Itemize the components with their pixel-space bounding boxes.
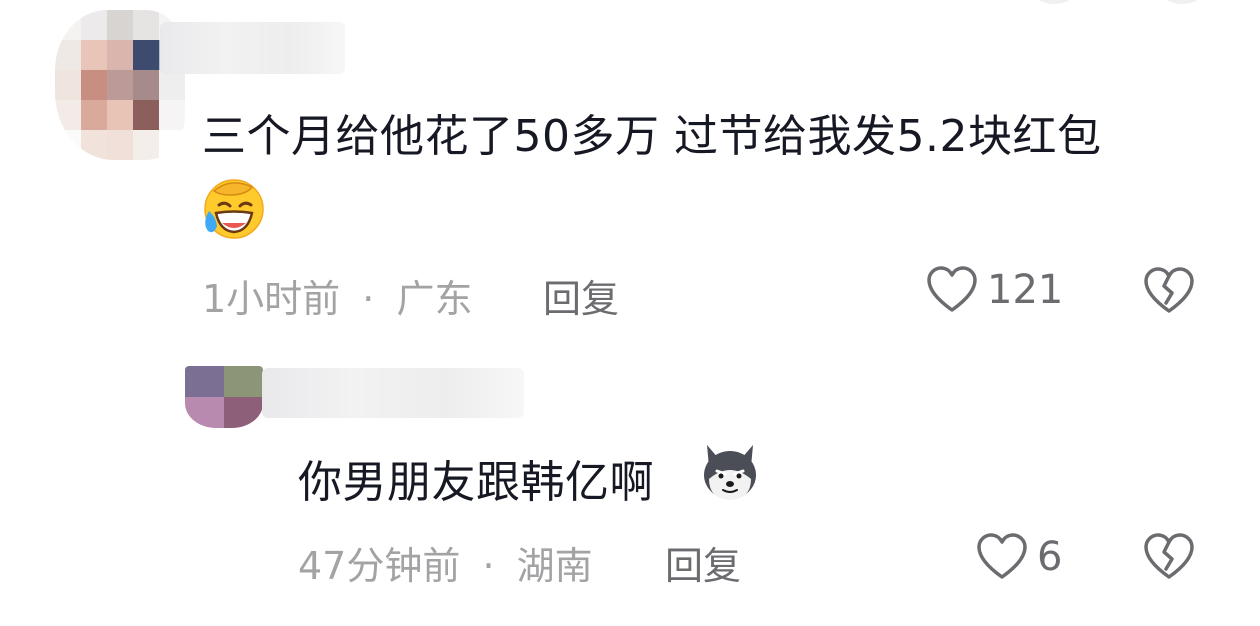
comment-text: 你男朋友跟韩亿啊: [298, 457, 654, 508]
username-blurred[interactable]: [160, 22, 345, 74]
laughing-crying-emoji: [204, 179, 264, 239]
comment-time: 47分钟前: [298, 544, 461, 588]
comment-time: 1小时前: [202, 277, 341, 321]
broken-heart-icon[interactable]: [1142, 532, 1196, 582]
broken-heart-icon[interactable]: [1142, 266, 1196, 316]
meta-separator: ·: [362, 277, 375, 321]
reply-button[interactable]: 回复: [665, 535, 741, 590]
heart-outline-icon: [977, 533, 1027, 579]
cropped-top-element: [1030, 0, 1078, 4]
like-button[interactable]: 121: [925, 265, 1063, 315]
comment-meta: 1小时前 · 广东: [202, 268, 472, 323]
like-count: 121: [987, 267, 1064, 313]
comment-meta: 47分钟前 · 湖南: [298, 535, 593, 590]
like-button[interactable]: 6: [975, 532, 1062, 582]
reply-button[interactable]: 回复: [543, 268, 619, 323]
username-blurred[interactable]: [262, 368, 524, 418]
comment-location: 湖南: [516, 544, 593, 588]
comment-location: 广东: [396, 277, 473, 321]
cropped-top-element: [1158, 0, 1206, 4]
comment-thread: 三个月给他花了50多万 过节给我发5.2块红包 1小时前 · 广东 回复 121: [0, 0, 1260, 626]
heart-outline-icon: [927, 266, 977, 312]
husky-dog-emoji: [704, 445, 756, 500]
meta-separator: ·: [482, 544, 495, 588]
avatar[interactable]: [185, 366, 263, 428]
like-count: 6: [1037, 534, 1063, 580]
comment-text: 三个月给他花了50多万 过节给我发5.2块红包: [202, 111, 1102, 162]
